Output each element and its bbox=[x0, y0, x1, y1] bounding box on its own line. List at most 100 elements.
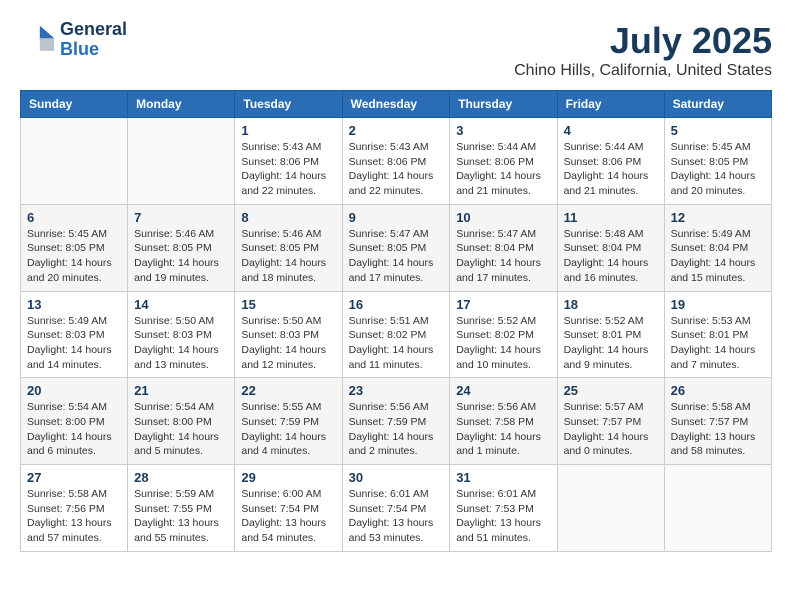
calendar-cell: 15Sunrise: 5:50 AM Sunset: 8:03 PM Dayli… bbox=[235, 291, 342, 378]
day-info: Sunrise: 5:58 AM Sunset: 7:57 PM Dayligh… bbox=[671, 400, 765, 459]
calendar-week-4: 20 Sunrise: 5:54 AM Sunset: 8:00 PM Dayli… bbox=[21, 378, 772, 465]
day-info: Sunrise: 6:00 AM Sunset: 7:54 PM Dayligh… bbox=[241, 487, 335, 546]
day-number: 16 bbox=[349, 297, 444, 312]
day-info: Sunrise: 5:47 AM Sunset: 8:04 PM Dayligh… bbox=[456, 227, 550, 286]
day-info: Sunrise: 5:52 AM Sunset: 8:01 PM Dayligh… bbox=[564, 314, 658, 373]
weekday-header-friday: Friday bbox=[557, 91, 664, 118]
weekday-header-thursday: Thursday bbox=[450, 91, 557, 118]
day-number: 25 bbox=[564, 383, 658, 398]
logo-line2: Blue bbox=[60, 40, 127, 60]
day-number: 11 bbox=[564, 210, 658, 225]
calendar-cell bbox=[21, 118, 128, 205]
day-info: Sunrise: 5:46 AM Sunset: 8:05 PM Dayligh… bbox=[134, 227, 228, 286]
day-info: Sunrise: 5:43 AM Sunset: 8:06 PM Dayligh… bbox=[349, 140, 444, 199]
calendar-table: SundayMondayTuesdayWednesdayThursdayFrid… bbox=[20, 90, 772, 552]
day-number: 20 bbox=[27, 383, 121, 398]
day-number: 28 bbox=[134, 470, 228, 485]
day-number: 15 bbox=[241, 297, 335, 312]
calendar-cell: 29 Sunrise: 6:00 AM Sunset: 7:54 PM Dayli… bbox=[235, 465, 342, 552]
calendar-cell bbox=[664, 465, 771, 552]
page-header: General Blue July 2025 Chino Hills, Cali… bbox=[20, 20, 772, 80]
calendar-cell: 3 Sunrise: 5:44 AM Sunset: 8:06 PM Daylig… bbox=[450, 118, 557, 205]
day-number: 21 bbox=[134, 383, 228, 398]
day-number: 13 bbox=[27, 297, 121, 312]
day-number: 23 bbox=[349, 383, 444, 398]
calendar-cell: 30 Sunrise: 6:01 AM Sunset: 7:54 PM Dayli… bbox=[342, 465, 450, 552]
day-number: 14 bbox=[134, 297, 228, 312]
weekday-header-sunday: Sunday bbox=[21, 91, 128, 118]
day-number: 6 bbox=[27, 210, 121, 225]
day-number: 4 bbox=[564, 123, 658, 138]
calendar-week-1: 1 Sunrise: 5:43 AM Sunset: 8:06 PM Daylig… bbox=[21, 118, 772, 205]
calendar-cell: 7Sunrise: 5:46 AM Sunset: 8:05 PM Daylig… bbox=[128, 204, 235, 291]
day-number: 26 bbox=[671, 383, 765, 398]
calendar-cell: 10 Sunrise: 5:47 AM Sunset: 8:04 PM Dayli… bbox=[450, 204, 557, 291]
day-info: Sunrise: 5:49 AM Sunset: 8:04 PM Dayligh… bbox=[671, 227, 765, 286]
calendar-week-3: 13Sunrise: 5:49 AM Sunset: 8:03 PM Dayli… bbox=[21, 291, 772, 378]
calendar-cell: 23 Sunrise: 5:56 AM Sunset: 7:59 PM Dayli… bbox=[342, 378, 450, 465]
day-info: Sunrise: 5:56 AM Sunset: 7:59 PM Dayligh… bbox=[349, 400, 444, 459]
calendar-cell: 12 Sunrise: 5:49 AM Sunset: 8:04 PM Dayli… bbox=[664, 204, 771, 291]
calendar-cell: 1Sunrise: 5:43 AM Sunset: 8:06 PM Daylig… bbox=[235, 118, 342, 205]
weekday-header-saturday: Saturday bbox=[664, 91, 771, 118]
calendar-cell: 18 Sunrise: 5:52 AM Sunset: 8:01 PM Dayli… bbox=[557, 291, 664, 378]
calendar-cell: 8Sunrise: 5:46 AM Sunset: 8:05 PM Daylig… bbox=[235, 204, 342, 291]
day-info: Sunrise: 5:51 AM Sunset: 8:02 PM Dayligh… bbox=[349, 314, 444, 373]
day-info: Sunrise: 5:59 AM Sunset: 7:55 PM Dayligh… bbox=[134, 487, 228, 546]
calendar-cell: 13Sunrise: 5:49 AM Sunset: 8:03 PM Dayli… bbox=[21, 291, 128, 378]
calendar-cell: 27Sunrise: 5:58 AM Sunset: 7:56 PM Dayli… bbox=[21, 465, 128, 552]
day-info: Sunrise: 5:56 AM Sunset: 7:58 PM Dayligh… bbox=[456, 400, 550, 459]
day-number: 9 bbox=[349, 210, 444, 225]
weekday-header-row: SundayMondayTuesdayWednesdayThursdayFrid… bbox=[21, 91, 772, 118]
day-number: 24 bbox=[456, 383, 550, 398]
calendar-week-5: 27Sunrise: 5:58 AM Sunset: 7:56 PM Dayli… bbox=[21, 465, 772, 552]
day-number: 5 bbox=[671, 123, 765, 138]
day-number: 30 bbox=[349, 470, 444, 485]
day-number: 19 bbox=[671, 297, 765, 312]
day-info: Sunrise: 5:58 AM Sunset: 7:56 PM Dayligh… bbox=[27, 487, 121, 546]
calendar-week-2: 6 Sunrise: 5:45 AM Sunset: 8:05 PM Daylig… bbox=[21, 204, 772, 291]
day-number: 31 bbox=[456, 470, 550, 485]
calendar-cell: 4 Sunrise: 5:44 AM Sunset: 8:06 PM Daylig… bbox=[557, 118, 664, 205]
calendar-cell: 31Sunrise: 6:01 AM Sunset: 7:53 PM Dayli… bbox=[450, 465, 557, 552]
day-info: Sunrise: 5:57 AM Sunset: 7:57 PM Dayligh… bbox=[564, 400, 658, 459]
calendar-cell: 25 Sunrise: 5:57 AM Sunset: 7:57 PM Dayli… bbox=[557, 378, 664, 465]
title-block: July 2025 Chino Hills, California, Unite… bbox=[514, 20, 772, 80]
calendar-cell: 20 Sunrise: 5:54 AM Sunset: 8:00 PM Dayli… bbox=[21, 378, 128, 465]
day-number: 1 bbox=[241, 123, 335, 138]
day-number: 3 bbox=[456, 123, 550, 138]
calendar-cell: 9 Sunrise: 5:47 AM Sunset: 8:05 PM Daylig… bbox=[342, 204, 450, 291]
day-info: Sunrise: 5:45 AM Sunset: 8:05 PM Dayligh… bbox=[27, 227, 121, 286]
day-info: Sunrise: 5:44 AM Sunset: 8:06 PM Dayligh… bbox=[564, 140, 658, 199]
day-number: 18 bbox=[564, 297, 658, 312]
calendar-cell: 17Sunrise: 5:52 AM Sunset: 8:02 PM Dayli… bbox=[450, 291, 557, 378]
logo: General Blue bbox=[20, 20, 127, 60]
calendar-cell: 11 Sunrise: 5:48 AM Sunset: 8:04 PM Dayli… bbox=[557, 204, 664, 291]
day-info: Sunrise: 6:01 AM Sunset: 7:54 PM Dayligh… bbox=[349, 487, 444, 546]
day-number: 10 bbox=[456, 210, 550, 225]
weekday-header-tuesday: Tuesday bbox=[235, 91, 342, 118]
calendar-cell: 24 Sunrise: 5:56 AM Sunset: 7:58 PM Dayli… bbox=[450, 378, 557, 465]
day-info: Sunrise: 5:48 AM Sunset: 8:04 PM Dayligh… bbox=[564, 227, 658, 286]
weekday-header-monday: Monday bbox=[128, 91, 235, 118]
calendar-cell: 19 Sunrise: 5:53 AM Sunset: 8:01 PM Dayli… bbox=[664, 291, 771, 378]
day-info: Sunrise: 5:46 AM Sunset: 8:05 PM Dayligh… bbox=[241, 227, 335, 286]
calendar-cell bbox=[128, 118, 235, 205]
day-number: 22 bbox=[241, 383, 335, 398]
logo-icon bbox=[20, 22, 56, 58]
day-info: Sunrise: 5:53 AM Sunset: 8:01 PM Dayligh… bbox=[671, 314, 765, 373]
day-number: 2 bbox=[349, 123, 444, 138]
day-info: Sunrise: 5:44 AM Sunset: 8:06 PM Dayligh… bbox=[456, 140, 550, 199]
calendar-cell: 22Sunrise: 5:55 AM Sunset: 7:59 PM Dayli… bbox=[235, 378, 342, 465]
logo-line1: General bbox=[60, 20, 127, 40]
day-number: 29 bbox=[241, 470, 335, 485]
day-number: 12 bbox=[671, 210, 765, 225]
day-info: Sunrise: 5:54 AM Sunset: 8:00 PM Dayligh… bbox=[27, 400, 121, 459]
day-info: Sunrise: 5:47 AM Sunset: 8:05 PM Dayligh… bbox=[349, 227, 444, 286]
day-info: Sunrise: 5:50 AM Sunset: 8:03 PM Dayligh… bbox=[134, 314, 228, 373]
calendar-cell: 26 Sunrise: 5:58 AM Sunset: 7:57 PM Dayli… bbox=[664, 378, 771, 465]
day-info: Sunrise: 5:45 AM Sunset: 8:05 PM Dayligh… bbox=[671, 140, 765, 199]
calendar-cell: 16 Sunrise: 5:51 AM Sunset: 8:02 PM Dayli… bbox=[342, 291, 450, 378]
day-info: Sunrise: 5:52 AM Sunset: 8:02 PM Dayligh… bbox=[456, 314, 550, 373]
day-info: Sunrise: 5:54 AM Sunset: 8:00 PM Dayligh… bbox=[134, 400, 228, 459]
